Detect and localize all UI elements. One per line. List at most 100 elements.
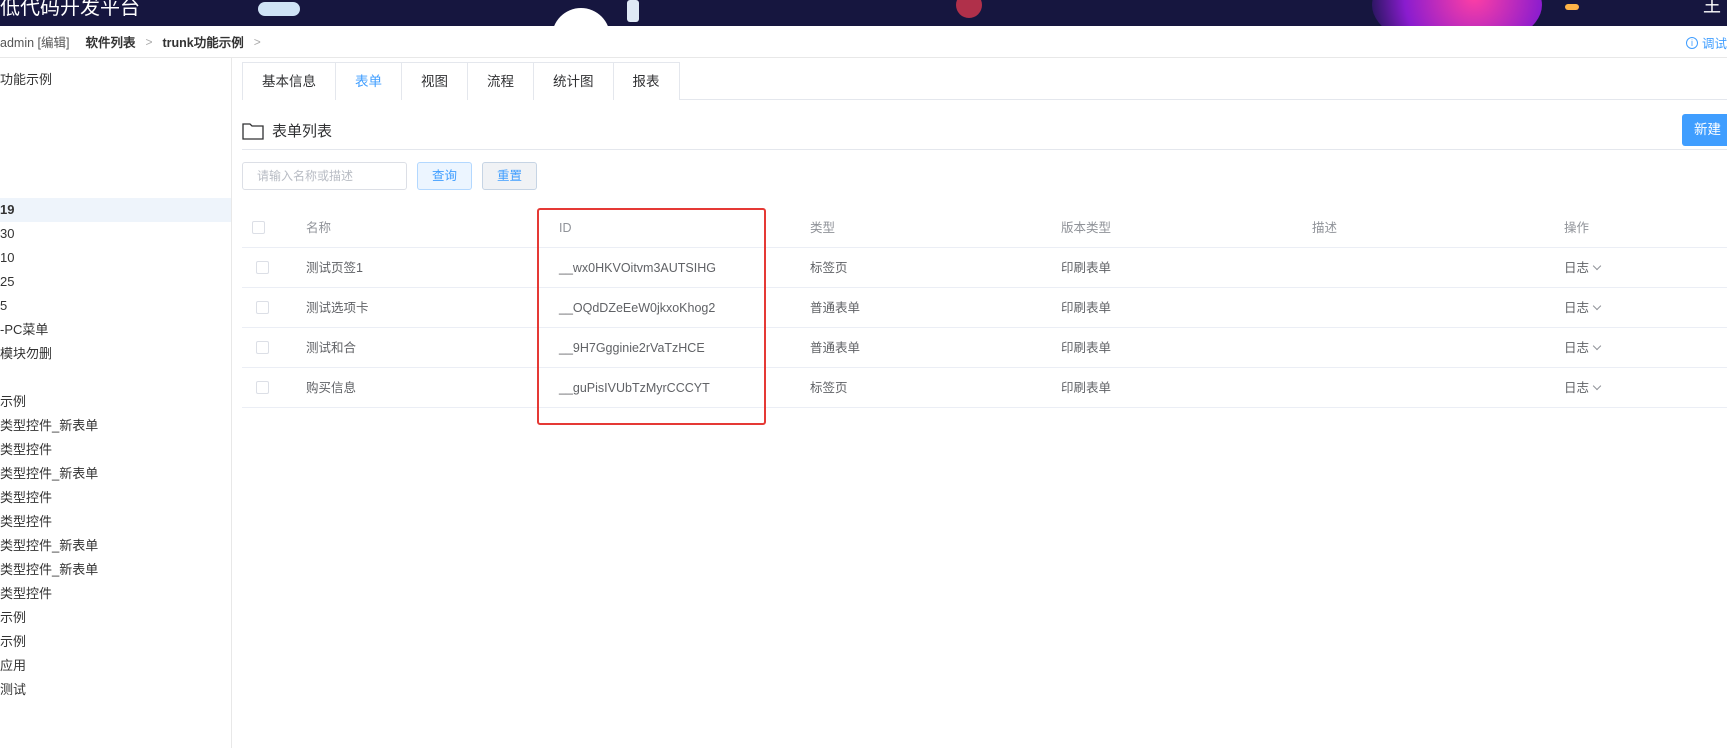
cell-version: 印刷表单 [1061, 341, 1112, 355]
sidebar-item[interactable]: 类型控件_新表单 [0, 558, 231, 582]
banner-decoration-cloud [258, 2, 300, 16]
sidebar-item[interactable]: 测试 [0, 678, 231, 702]
cell-type: 普通表单 [810, 301, 861, 315]
sidebar-item[interactable]: 示例 [0, 390, 231, 414]
table-row[interactable]: 测试选项卡 __OQdDZeEeW0jkxoKhog2 普通表单 印刷表单 日志 [242, 288, 1727, 328]
main-content: 基本信息表单视图流程统计图报表 表单列表 新建 查询 重置 名称 ID 类型 版本类型… [242, 58, 1727, 748]
sidebar-item[interactable]: 5 [0, 294, 231, 318]
log-dropdown[interactable]: 日志 [1564, 288, 1602, 328]
cell-type: 普通表单 [810, 341, 861, 355]
banner-decoration-planet-large [1372, 0, 1542, 26]
info-icon: i [1685, 36, 1698, 49]
breadcrumb: admin [编辑] 软件列表 > trunk功能示例 > i 调试 [0, 26, 1727, 58]
banner-decoration-planet [956, 0, 982, 18]
section-title: 表单列表 [272, 123, 333, 140]
chevron-right-icon: > [253, 34, 261, 49]
search-input[interactable] [242, 162, 407, 190]
query-button[interactable]: 查询 [417, 162, 472, 190]
chevron-down-icon [1592, 381, 1602, 391]
select-all-checkbox[interactable] [252, 221, 265, 234]
app-title: 低代码开发平台 [0, 0, 140, 19]
log-label: 日志 [1564, 381, 1590, 395]
cell-id: __9H7Ggginie2rVaTzHCE [559, 341, 705, 355]
table-header-row: 名称 ID 类型 版本类型 描述 操作 [242, 208, 1727, 248]
tab-3[interactable]: 流程 [467, 62, 534, 100]
sidebar-item[interactable]: 类型控件 [0, 438, 231, 462]
table-row[interactable]: 测试和合 __9H7Ggginie2rVaTzHCE 普通表单 印刷表单 日志 [242, 328, 1727, 368]
log-dropdown[interactable]: 日志 [1564, 328, 1602, 368]
banner-decoration-cloud-2 [552, 8, 610, 26]
form-table: 名称 ID 类型 版本类型 描述 操作测试页签1 __wx0HKVOitvm3AUTSIHG… [242, 208, 1727, 408]
log-dropdown[interactable]: 日志 [1564, 368, 1602, 408]
search-row: 查询 重置 [242, 161, 537, 191]
cell-version: 印刷表单 [1061, 301, 1112, 315]
row-checkbox[interactable] [256, 381, 269, 394]
table-row[interactable]: 购买信息 __guPisIVUbTzMyrCCCYT 标签页 印刷表单 日志 [242, 368, 1727, 408]
cell-type: 标签页 [810, 261, 848, 275]
row-checkbox[interactable] [256, 261, 269, 274]
cell-name: 测试页签1 [306, 261, 363, 275]
chevron-down-icon [1592, 261, 1602, 271]
column-header: 版本类型 [1061, 221, 1112, 235]
log-label: 日志 [1564, 261, 1590, 275]
cell-id: __wx0HKVOitvm3AUTSIHG [559, 261, 716, 275]
sidebar-item[interactable]: 10 [0, 246, 231, 270]
sidebar-item[interactable]: 30 [0, 222, 231, 246]
debug-link[interactable]: i 调试 [1685, 33, 1727, 52]
cell-type: 标签页 [810, 381, 848, 395]
sidebar-item[interactable]: 19 [0, 198, 231, 222]
sidebar-item[interactable]: 示例 [0, 630, 231, 654]
tab-5[interactable]: 报表 [612, 62, 680, 100]
new-form-button[interactable]: 新建 [1682, 114, 1727, 146]
tab-0[interactable]: 基本信息 [242, 62, 336, 100]
sidebar-item[interactable]: 类型控件 [0, 510, 231, 534]
folder-icon [242, 122, 264, 140]
row-checkbox[interactable] [256, 341, 269, 354]
sidebar-item[interactable]: 类型控件_新表单 [0, 534, 231, 558]
cell-id: __OQdDZeEeW0jkxoKhog2 [559, 301, 716, 315]
debug-label: 调试 [1701, 37, 1727, 51]
column-header: 描述 [1312, 221, 1338, 235]
table-row[interactable]: 测试页签1 __wx0HKVOitvm3AUTSIHG 标签页 印刷表单 日志 [242, 248, 1727, 288]
cell-name: 测试选项卡 [306, 301, 369, 315]
sidebar-item[interactable]: 25 [0, 270, 231, 294]
banner-decoration-rocket [627, 0, 639, 22]
chevron-down-icon [1592, 341, 1602, 351]
tab-4[interactable]: 统计图 [533, 62, 614, 100]
sidebar-item[interactable]: -PC菜单 [0, 318, 231, 342]
section-header: 表单列表 新建 [242, 112, 1727, 150]
sidebar-item[interactable]: 功能示例 [0, 68, 231, 92]
chevron-down-icon [1592, 301, 1602, 311]
column-header: ID [559, 221, 572, 235]
chevron-right-icon: > [145, 34, 153, 49]
sidebar: 功能示例 19 30 10 25 5 -PC菜单 模块勿删 示例 类型控件_新表单 类型控件 类型控件… [0, 58, 232, 748]
sidebar-item[interactable]: 类型控件_新表单 [0, 414, 231, 438]
breadcrumb-software-list[interactable]: 软件列表 [85, 32, 135, 51]
tab-1[interactable]: 表单 [335, 62, 402, 101]
reset-button[interactable]: 重置 [482, 162, 537, 190]
column-header: 类型 [810, 221, 836, 235]
sidebar-item[interactable]: 类型控件 [0, 582, 231, 606]
tab-bar: 基本信息 表单 视图 流程 统计图 报表 [242, 62, 1727, 101]
cell-version: 印刷表单 [1061, 261, 1112, 275]
column-header: 名称 [306, 221, 332, 235]
sidebar-item[interactable]: 示例 [0, 606, 231, 630]
tab-2[interactable]: 视图 [401, 62, 468, 100]
log-label: 日志 [1564, 341, 1590, 355]
banner-decoration-star [1565, 4, 1579, 10]
user-name[interactable]: 王 [1703, 0, 1721, 18]
cell-id: __guPisIVUbTzMyrCCCYT [559, 381, 710, 395]
sidebar-item[interactable]: 类型控件 [0, 486, 231, 510]
sidebar-item[interactable]: 模块勿删 [0, 342, 231, 366]
column-header: 操作 [1564, 221, 1590, 235]
breadcrumb-user[interactable]: admin [编辑] [0, 32, 69, 51]
cell-name: 测试和合 [306, 341, 357, 355]
sidebar-item[interactable]: 应用 [0, 654, 231, 678]
cell-version: 印刷表单 [1061, 381, 1112, 395]
log-label: 日志 [1564, 301, 1590, 315]
log-dropdown[interactable]: 日志 [1564, 248, 1602, 288]
top-banner: 低代码开发平台 王 [0, 0, 1727, 26]
breadcrumb-trunk-demo[interactable]: trunk功能示例 [163, 32, 244, 51]
sidebar-item[interactable]: 类型控件_新表单 [0, 462, 231, 486]
row-checkbox[interactable] [256, 301, 269, 314]
